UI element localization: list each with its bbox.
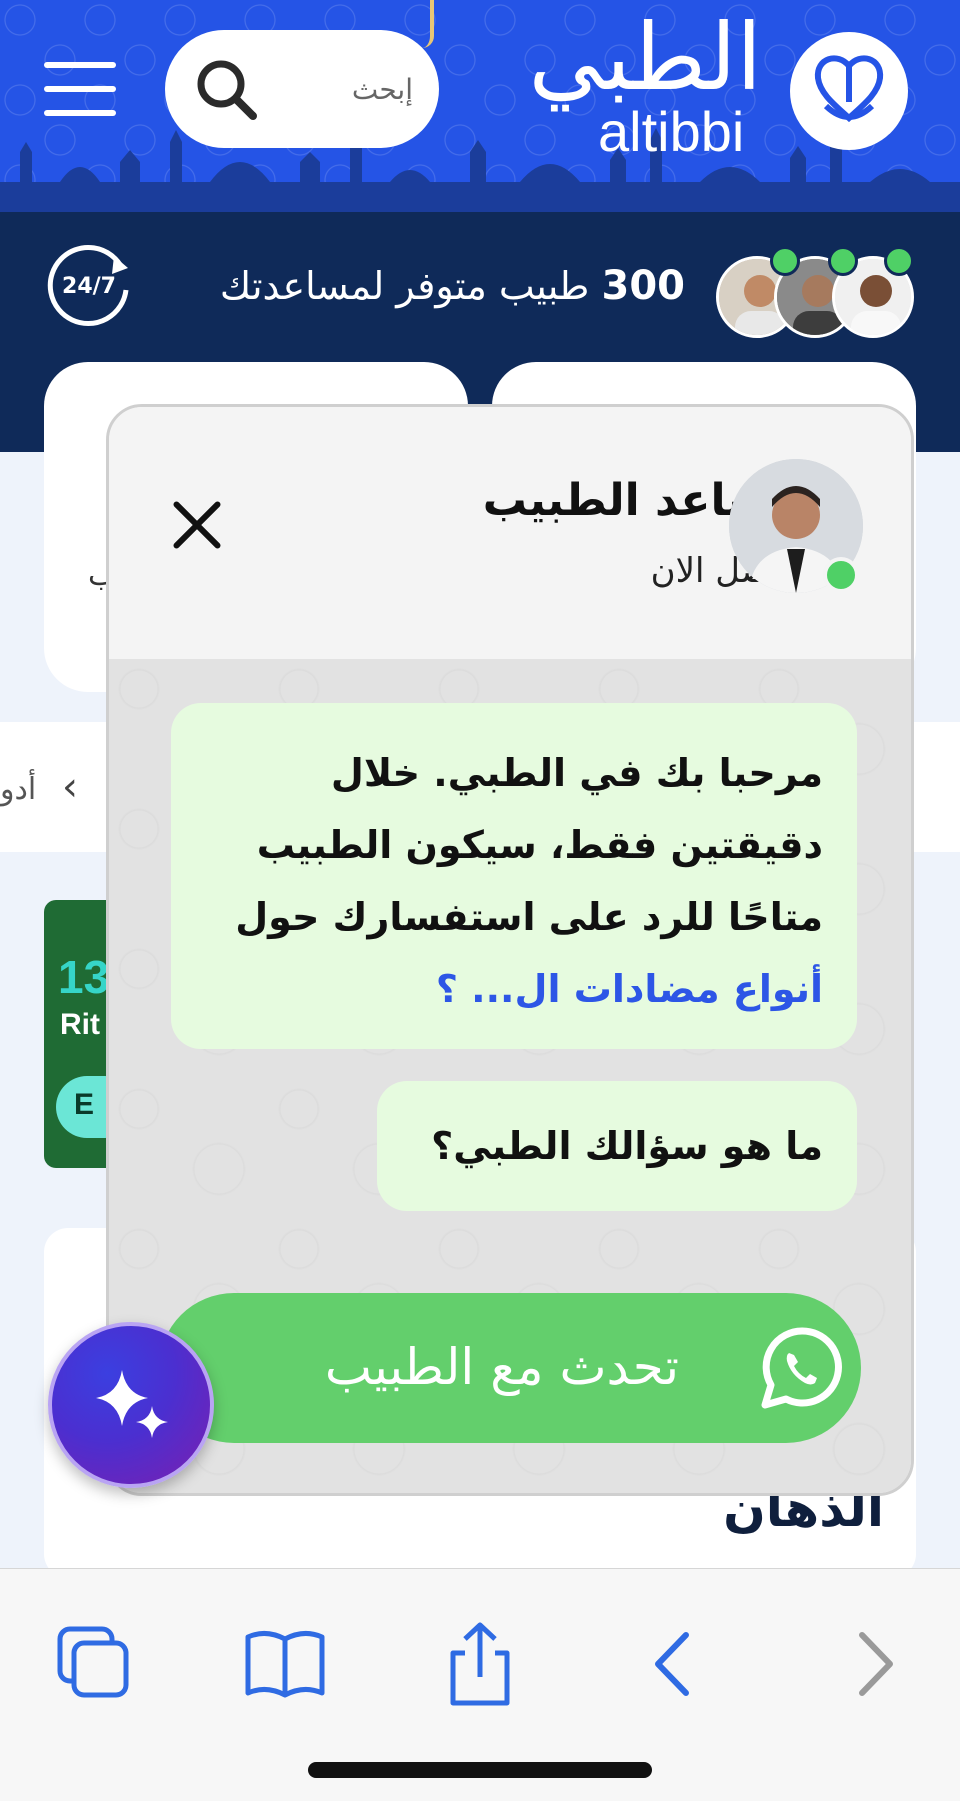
promo-card[interactable]: 13 Rit E bbox=[44, 900, 114, 1168]
tabs-icon[interactable] bbox=[48, 1619, 138, 1709]
promo-subtitle: Rit bbox=[60, 1008, 100, 1041]
doctor-count-label: طبيب متوفر لمساعدتك bbox=[219, 264, 590, 308]
doctors-available-text: 300 طبيب متوفر لمساعدتك bbox=[160, 258, 685, 314]
hamburger-menu-button[interactable] bbox=[44, 62, 118, 118]
search-icon[interactable] bbox=[193, 56, 261, 124]
home-indicator bbox=[308, 1762, 652, 1778]
site-header: الطبي altibbi bbox=[0, 0, 960, 212]
chat-message-text: ما هو سؤالك الطبي؟ bbox=[431, 1124, 823, 1168]
crescent-decoration bbox=[418, 0, 434, 48]
search-bar[interactable] bbox=[165, 30, 439, 148]
search-input[interactable] bbox=[273, 58, 413, 120]
close-icon[interactable] bbox=[169, 497, 225, 553]
agent-status: متصل الان bbox=[650, 551, 799, 591]
promo-number: 13 bbox=[58, 951, 110, 1003]
share-icon[interactable] bbox=[435, 1619, 525, 1709]
back-icon[interactable] bbox=[628, 1619, 718, 1709]
brand-name-english: altibbi bbox=[598, 100, 745, 163]
chat-header: مساعد الطبيب متصل الان bbox=[109, 407, 911, 659]
chat-message-bubble: ما هو سؤالك الطبي؟ bbox=[377, 1081, 857, 1211]
talk-to-doctor-whatsapp-button[interactable]: تحدث مع الطبيب bbox=[159, 1293, 861, 1443]
ai-assistant-button[interactable] bbox=[48, 1322, 214, 1488]
sparkles-icon bbox=[96, 1370, 168, 1438]
whatsapp-button-label: تحدث مع الطبيب bbox=[324, 1338, 679, 1396]
chat-message-bubble: مرحبا بك في الطبي. خلال دقيقتين فقط، سيك… bbox=[171, 703, 857, 1049]
online-indicator bbox=[884, 246, 914, 276]
doctor-count: 300 bbox=[601, 263, 686, 309]
agent-name: مساعد الطبيب bbox=[482, 475, 799, 526]
online-indicator bbox=[828, 246, 858, 276]
chevron-left-icon[interactable]: ‹ bbox=[62, 764, 78, 810]
chat-message-topic-link[interactable]: أنواع مضادات ال... ؟ bbox=[436, 967, 823, 1011]
breadcrumb-partial-text: أدو bbox=[0, 772, 37, 807]
agent-online-indicator bbox=[823, 557, 859, 593]
online-indicator bbox=[770, 246, 800, 276]
altibbi-logo-icon[interactable] bbox=[790, 32, 908, 150]
whatsapp-icon bbox=[761, 1327, 842, 1409]
doctor-assistant-chat-popup: مساعد الطبيب متصل الان مرحبا بك في الطبي… bbox=[106, 404, 914, 1496]
forward-icon[interactable] bbox=[830, 1619, 920, 1709]
brand-name-arabic: الطبي bbox=[528, 4, 762, 111]
availability-badge-text: 24/7 bbox=[62, 274, 116, 299]
chat-message-text: مرحبا بك في الطبي. خلال دقيقتين فقط، سيك… bbox=[235, 751, 823, 939]
bookmarks-icon[interactable] bbox=[240, 1619, 330, 1709]
doctor-avatars bbox=[716, 246, 916, 338]
promo-button-label: E bbox=[74, 1088, 95, 1121]
availability-24-7-icon: 24/7 bbox=[47, 245, 129, 326]
